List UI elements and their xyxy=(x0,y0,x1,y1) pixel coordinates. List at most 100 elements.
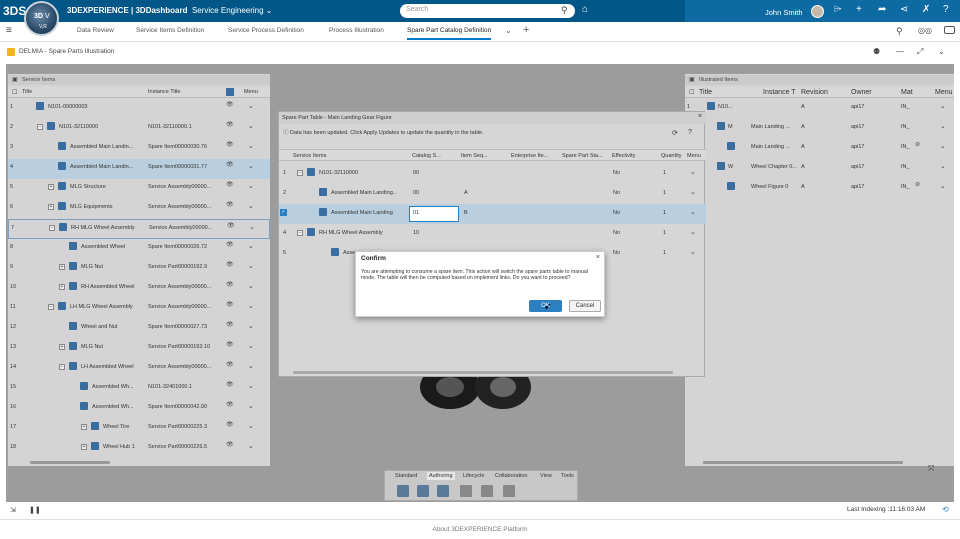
forward-icon[interactable]: ➦ xyxy=(878,4,886,15)
col-enterprise[interactable]: Enterprise Ite... xyxy=(511,153,548,159)
chevron-down-icon[interactable]: ⌄ xyxy=(248,242,254,250)
table-row[interactable]: 4 Assembled Main Landin... Spare Item00000… xyxy=(8,159,270,179)
chevron-down-icon[interactable]: ⌄ xyxy=(248,422,254,430)
table-row[interactable]: 11 − LH MLG Wheel Assembly Service Assembly… xyxy=(8,299,270,319)
visibility-icon[interactable]: 👁 xyxy=(226,161,234,168)
chevron-down-icon[interactable]: ⌄ xyxy=(248,362,254,370)
tab-collaboration[interactable]: Collaboration xyxy=(493,472,529,480)
edit-icon[interactable] xyxy=(503,485,515,497)
col-menu[interactable]: Menu xyxy=(935,89,953,96)
chevron-down-icon[interactable]: ⌄ xyxy=(940,142,946,150)
table-row[interactable]: 3 Assembled Main Landin... Spare Item00000… xyxy=(8,139,270,159)
col-mat[interactable]: Mat xyxy=(901,89,913,96)
visibility-icon[interactable]: 👁 xyxy=(226,101,234,108)
table-row[interactable]: 8 Assembled Wheel Spare Item00000026.72 👁 ⌄ xyxy=(8,239,270,259)
expand-toggle[interactable]: − xyxy=(297,170,303,176)
expand-toggle[interactable]: + xyxy=(48,204,54,210)
col-revision[interactable]: Revision xyxy=(801,89,828,96)
help-icon[interactable]: ? xyxy=(943,4,949,15)
chat-icon[interactable] xyxy=(944,26,955,34)
tab-data-review[interactable]: Data Review xyxy=(77,27,114,34)
table-row[interactable]: 4WWheel Chapter 0...Aapi17IN_⌄ xyxy=(685,159,954,179)
tab-lifecycle[interactable]: Lifecycle xyxy=(461,472,486,480)
table-row[interactable]: 5Wheel Figure 0Aapi17IN_⊘⌄ xyxy=(685,179,954,199)
visibility-icon[interactable]: 👁 xyxy=(226,201,234,208)
chevron-down-icon[interactable]: ⌄ xyxy=(248,282,254,290)
col-spare-status[interactable]: Spare Part Sta... xyxy=(562,153,603,159)
tab-view[interactable]: View xyxy=(538,472,554,480)
expand-toggle[interactable]: − xyxy=(297,230,303,236)
col-menu[interactable]: Menu xyxy=(687,153,701,159)
vr-icon[interactable]: ◎◎ xyxy=(918,26,932,35)
scrollbar[interactable] xyxy=(30,461,110,464)
sync-icon[interactable]: ⟲ xyxy=(942,505,949,514)
chevron-down-icon[interactable]: ⌄ xyxy=(248,342,254,350)
col-quantity[interactable]: Quantity xyxy=(661,153,681,159)
maximize-icon[interactable]: ⤢ xyxy=(917,47,923,57)
visibility-icon[interactable]: 👁 xyxy=(226,121,234,128)
scrollbar[interactable] xyxy=(703,461,903,464)
expand-toggle[interactable]: + xyxy=(81,444,87,450)
table-row[interactable]: 12 Wheel and Nut Spare Item00000027.73 👁 ⌄ xyxy=(8,319,270,339)
visibility-icon[interactable]: 👁 xyxy=(226,281,234,288)
cancel-button[interactable]: Cancel xyxy=(569,300,601,312)
chevron-down-icon[interactable]: ⌄ xyxy=(938,47,945,56)
tag-icon[interactable]: ⌂ xyxy=(582,4,588,15)
ds-logo[interactable]: 3DS xyxy=(3,4,26,18)
minimize-icon[interactable]: — xyxy=(896,47,904,56)
col-instance[interactable]: Instance T xyxy=(763,89,796,96)
expand-toggle[interactable]: + xyxy=(81,424,87,430)
expand-toggle[interactable]: + xyxy=(59,264,65,270)
search-icon[interactable]: ⚲ xyxy=(561,5,568,16)
user-settings-icon[interactable]: ⚉ xyxy=(873,47,880,56)
tab-spare-part-catalog[interactable]: Spare Part Catalog Definition xyxy=(407,27,492,40)
tab-process-illustration[interactable]: Process Illustration xyxy=(329,27,384,34)
pause-icon[interactable]: ❚❚ xyxy=(29,506,41,514)
chevron-down-icon[interactable]: ⌄ xyxy=(940,102,946,110)
tools-icon[interactable]: ✗ xyxy=(922,4,930,15)
tab-tools[interactable]: Tools xyxy=(559,472,576,480)
expand-toggle[interactable]: − xyxy=(48,304,54,310)
chevron-down-icon[interactable]: ⌄ xyxy=(248,402,254,410)
table-row[interactable]: 3Main Landing ...Aapi17IN_⊘⌄ xyxy=(685,139,954,159)
table-row[interactable]: 18 + Wheel Hub 1 Service Part00000226.5 👁 ⌄ xyxy=(8,439,270,459)
visibility-icon[interactable]: 👁 xyxy=(226,301,234,308)
pin-icon[interactable]: ⇲ xyxy=(10,506,16,514)
table-row[interactable]: 1 − N101-32110000 00 No 1 ⌄ xyxy=(279,164,706,184)
col-effectivity[interactable]: Effectivity xyxy=(612,153,635,159)
avatar[interactable] xyxy=(811,5,824,18)
refresh-icon[interactable]: ⟳ xyxy=(672,129,678,137)
brand-title[interactable]: 3DEXPERIENCE | 3DDashboard Service Engin… xyxy=(67,6,273,15)
visibility-icon[interactable]: 👁 xyxy=(226,321,234,328)
table-row[interactable]: 4 − RH MLG Wheel Assembly 10 No 1 ⌄ xyxy=(279,224,706,244)
row-checkbox[interactable]: ✓ xyxy=(280,209,287,216)
chevron-down-icon[interactable]: ⌄ xyxy=(248,382,254,390)
chevron-down-icon[interactable]: ⌄ xyxy=(248,202,254,210)
visibility-icon[interactable]: 👁 xyxy=(226,401,234,408)
chevron-down-icon[interactable]: ⌄ xyxy=(248,262,254,270)
table-row[interactable]: 17 + Wheel Tire Service Part00000225.3 👁 ⌄ xyxy=(8,419,270,439)
table-row[interactable]: 3✓Assembled Main Landing01BNo1⌄ xyxy=(279,204,706,224)
visibility-icon[interactable]: 👁 xyxy=(226,421,234,428)
chevron-down-icon[interactable]: ⌄ xyxy=(940,122,946,130)
tab-service-process-definition[interactable]: Service Process Definition xyxy=(228,27,304,34)
compass-icon[interactable]: 3D V V,R xyxy=(24,1,59,36)
catalog-icon[interactable] xyxy=(437,485,449,497)
table-row[interactable]: 6 + MLG Equipments Service Assembly00000...… xyxy=(8,199,270,219)
illustration-icon[interactable] xyxy=(417,485,429,497)
col-catalog[interactable]: Catalog S... xyxy=(412,153,441,159)
table-row[interactable]: 16 Assembled Wh... Spare Item00000042.90 👁 ⌄ xyxy=(8,399,270,419)
table-row[interactable]: 2 − N101-32110000 N101-32110000.1 👁 ⌄ xyxy=(8,119,270,139)
col-title[interactable]: Title xyxy=(22,89,32,95)
table-row[interactable]: 9 + MLG Nut Service Part00000192.9 👁 ⌄ xyxy=(8,259,270,279)
table-icon[interactable] xyxy=(481,485,493,497)
expand-toggle[interactable]: + xyxy=(59,284,65,290)
swap-icon[interactable] xyxy=(460,485,472,497)
close-icon[interactable]: × xyxy=(698,113,702,120)
chevron-down-icon[interactable]: ⌄ xyxy=(248,182,254,190)
table-row[interactable]: 1 N101-00000003 👁 ⌄ xyxy=(8,99,270,119)
scrollbar[interactable] xyxy=(293,371,673,374)
visibility-icon[interactable]: 👁 xyxy=(226,381,234,388)
visibility-icon[interactable]: 👁 xyxy=(227,222,235,229)
col-menu[interactable]: Menu xyxy=(244,89,258,95)
